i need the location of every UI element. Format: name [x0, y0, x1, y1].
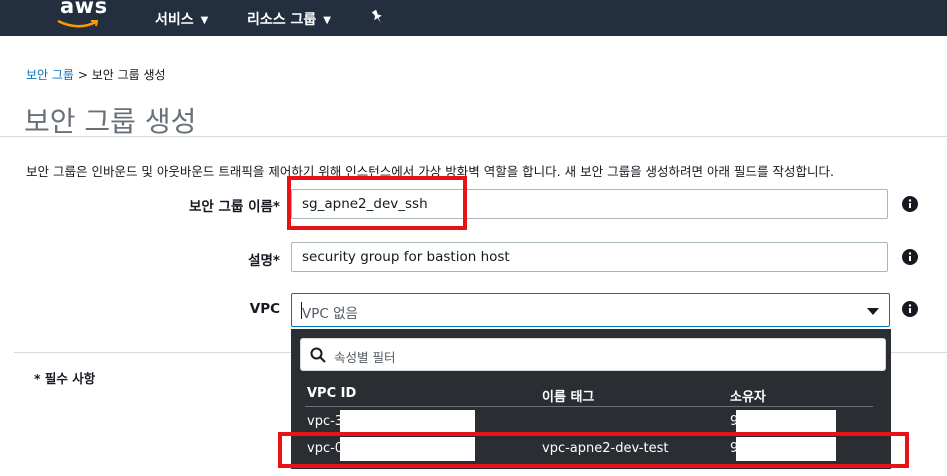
filter-input-placeholder: 속성별 필터	[334, 350, 396, 365]
top-navigation-bar: aws 서비스 ▼ 리소스 그룹 ▼	[0, 0, 947, 36]
breadcrumb-current: 보안 그룹 생성	[91, 68, 166, 82]
security-group-name-label: 보안 그룹 이름*	[189, 199, 280, 215]
aws-smile-icon	[57, 19, 99, 28]
aws-logo[interactable]: aws	[50, 0, 108, 34]
info-icon[interactable]	[902, 301, 918, 317]
redaction-box	[736, 410, 836, 434]
chevron-down-icon: ▼	[323, 15, 331, 26]
highlight-box-name	[287, 176, 467, 230]
vpc-select-value: VPC 없음	[302, 306, 358, 322]
aws-logo-text: aws	[60, 0, 108, 18]
redaction-box	[340, 410, 475, 434]
services-menu-label: 서비스	[155, 12, 194, 28]
resource-groups-menu[interactable]: 리소스 그룹 ▼	[247, 9, 331, 29]
vpc-id-cell: vpc-3	[307, 414, 344, 429]
pin-icon[interactable]	[371, 9, 384, 28]
required-note: * 필수 사항	[34, 371, 96, 386]
header-divider	[305, 406, 873, 407]
column-header-name-tag: 이름 태그	[542, 390, 595, 405]
column-header-owner: 소유자	[730, 390, 766, 405]
description-input[interactable]	[291, 242, 888, 272]
breadcrumb-link-security-groups[interactable]: 보안 그룹	[26, 68, 74, 82]
vpc-label: VPC	[249, 301, 280, 317]
description-label: 설명*	[248, 253, 280, 269]
column-header-vpc-id: VPC ID	[307, 386, 357, 401]
breadcrumb: 보안 그룹 > 보안 그룹 생성	[26, 66, 166, 83]
title-divider	[0, 136, 947, 137]
breadcrumb-separator: >	[77, 68, 88, 82]
search-icon	[310, 347, 326, 363]
highlight-box-vpc-row	[278, 432, 909, 468]
page-title: 보안 그룹 생성	[24, 105, 197, 138]
caret-down-icon	[867, 308, 879, 315]
services-menu[interactable]: 서비스 ▼	[155, 9, 208, 29]
vpc-select[interactable]: VPC 없음	[291, 293, 890, 327]
chevron-down-icon: ▼	[200, 15, 209, 26]
resource-groups-menu-label: 리소스 그룹	[247, 12, 317, 28]
info-icon[interactable]	[902, 249, 918, 265]
filter-input[interactable]: 속성별 필터	[300, 338, 886, 371]
info-icon[interactable]	[902, 196, 918, 212]
